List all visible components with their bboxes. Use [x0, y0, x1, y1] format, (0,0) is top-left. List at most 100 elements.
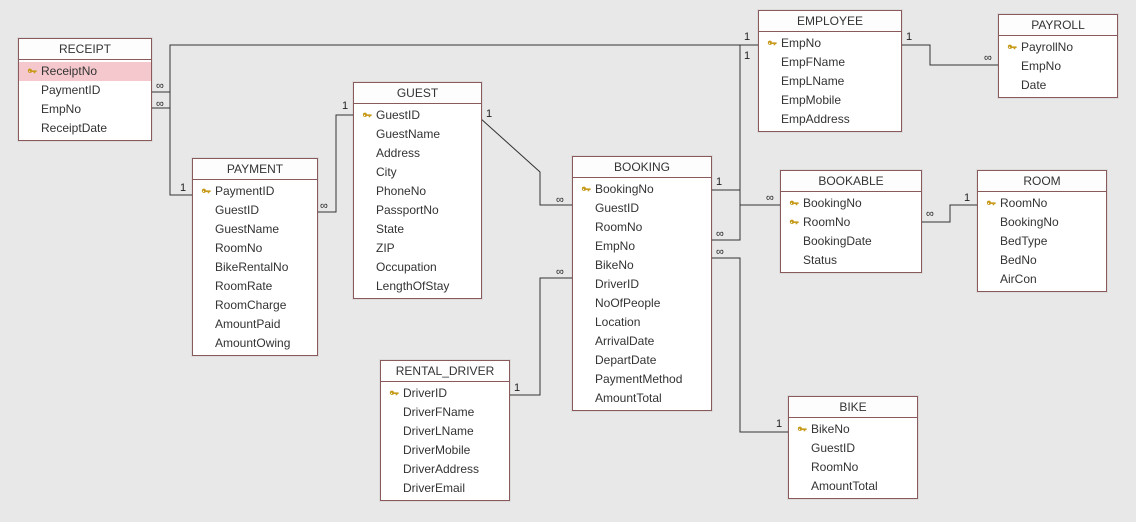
card-one: 1 — [744, 31, 750, 43]
table-field[interactable]: ReceiptDate — [19, 119, 151, 138]
field-name: RoomNo — [213, 240, 262, 257]
table-booking[interactable]: BOOKING BookingNoGuestIDRoomNoEmpNoBikeN… — [572, 156, 712, 411]
table-field[interactable]: State — [354, 220, 481, 239]
table-field[interactable]: ZIP — [354, 239, 481, 258]
table-field[interactable]: EmpNo — [759, 34, 901, 53]
table-bookable[interactable]: BOOKABLE BookingNoRoomNoBookingDateStatu… — [780, 170, 922, 273]
primary-key-icon — [579, 185, 593, 195]
card-one: 1 — [964, 192, 970, 204]
field-name: PaymentMethod — [593, 371, 682, 388]
table-field[interactable]: GuestName — [354, 125, 481, 144]
table-field[interactable]: BookingNo — [978, 213, 1106, 232]
table-field[interactable]: PassportNo — [354, 201, 481, 220]
card-many: ∞ — [926, 208, 934, 220]
table-payment[interactable]: PAYMENT PaymentIDGuestIDGuestNameRoomNoB… — [192, 158, 318, 356]
table-field[interactable]: PayrollNo — [999, 38, 1117, 57]
field-name: DriverID — [401, 385, 447, 402]
table-field[interactable]: AmountPaid — [193, 315, 317, 334]
table-field[interactable]: EmpLName — [759, 72, 901, 91]
table-field[interactable]: DriverEmail — [381, 479, 509, 498]
table-field[interactable]: BikeRentalNo — [193, 258, 317, 277]
table-field[interactable]: Date — [999, 76, 1117, 95]
table-field[interactable]: Status — [781, 251, 921, 270]
table-field[interactable]: GuestID — [573, 199, 711, 218]
table-field[interactable]: BedNo — [978, 251, 1106, 270]
table-field[interactable]: RoomNo — [573, 218, 711, 237]
table-field[interactable]: PaymentMethod — [573, 370, 711, 389]
table-field[interactable]: EmpAddress — [759, 110, 901, 129]
field-name: NoOfPeople — [593, 295, 660, 312]
table-field[interactable]: RoomNo — [781, 213, 921, 232]
table-field[interactable]: DriverAddress — [381, 460, 509, 479]
field-name: EmpNo — [779, 35, 821, 52]
table-field[interactable]: ArrivalDate — [573, 332, 711, 351]
card-many: ∞ — [556, 266, 564, 278]
primary-key-icon — [984, 199, 998, 209]
table-field[interactable]: LengthOfStay — [354, 277, 481, 296]
table-field[interactable]: RoomCharge — [193, 296, 317, 315]
table-field[interactable]: PaymentID — [19, 81, 151, 100]
table-field[interactable]: BedType — [978, 232, 1106, 251]
field-name: PaymentID — [39, 82, 100, 99]
table-field[interactable]: DriverLName — [381, 422, 509, 441]
table-field[interactable]: EmpNo — [999, 57, 1117, 76]
table-field[interactable]: PhoneNo — [354, 182, 481, 201]
table-field[interactable]: BikeNo — [573, 256, 711, 275]
table-field[interactable]: Address — [354, 144, 481, 163]
table-guest[interactable]: GUEST GuestIDGuestNameAddressCityPhoneNo… — [353, 82, 482, 299]
table-field[interactable]: GuestName — [193, 220, 317, 239]
table-receipt[interactable]: RECEIPT ReceiptNoPaymentIDEmpNoReceiptDa… — [18, 38, 152, 141]
table-field[interactable]: AmountTotal — [573, 389, 711, 408]
table-field[interactable]: GuestID — [789, 439, 917, 458]
table-field[interactable]: DriverID — [381, 384, 509, 403]
table-field[interactable]: DriverID — [573, 275, 711, 294]
table-field[interactable]: AirCon — [978, 270, 1106, 289]
field-list: PaymentIDGuestIDGuestNameRoomNoBikeRenta… — [193, 180, 317, 355]
table-field[interactable]: EmpNo — [573, 237, 711, 256]
table-employee[interactable]: EMPLOYEE EmpNoEmpFNameEmpLNameEmpMobileE… — [758, 10, 902, 132]
table-field[interactable]: ReceiptNo — [19, 62, 151, 81]
table-field[interactable]: AmountOwing — [193, 334, 317, 353]
field-name: BedNo — [998, 252, 1037, 269]
field-name: Date — [1019, 77, 1046, 94]
table-room[interactable]: ROOM RoomNoBookingNoBedTypeBedNoAirCon — [977, 170, 1107, 292]
card-one: 1 — [776, 418, 782, 430]
table-rental-driver[interactable]: RENTAL_DRIVER DriverIDDriverFNameDriverL… — [380, 360, 510, 501]
table-field[interactable]: DriverFName — [381, 403, 509, 422]
table-field[interactable]: Location — [573, 313, 711, 332]
field-name: EmpNo — [593, 238, 635, 255]
table-field[interactable]: DriverMobile — [381, 441, 509, 460]
field-name: DriverLName — [401, 423, 474, 440]
card-one: 1 — [342, 100, 348, 112]
table-field[interactable]: NoOfPeople — [573, 294, 711, 313]
table-field[interactable]: PaymentID — [193, 182, 317, 201]
table-field[interactable]: EmpFName — [759, 53, 901, 72]
table-field[interactable]: RoomNo — [789, 458, 917, 477]
table-field[interactable]: BookingDate — [781, 232, 921, 251]
table-field[interactable]: RoomRate — [193, 277, 317, 296]
card-one: 1 — [486, 108, 492, 120]
table-field[interactable]: City — [354, 163, 481, 182]
card-one: 1 — [906, 31, 912, 43]
field-name: GuestID — [593, 200, 639, 217]
table-field[interactable]: GuestID — [193, 201, 317, 220]
table-field[interactable]: RoomNo — [978, 194, 1106, 213]
primary-key-icon — [360, 111, 374, 121]
table-field[interactable]: EmpMobile — [759, 91, 901, 110]
primary-key-icon — [787, 199, 801, 209]
table-field[interactable]: Occupation — [354, 258, 481, 277]
card-many: ∞ — [556, 194, 564, 206]
table-field[interactable]: RoomNo — [193, 239, 317, 258]
field-name: LengthOfStay — [374, 278, 449, 295]
table-field[interactable]: AmountTotal — [789, 477, 917, 496]
table-field[interactable]: BookingNo — [781, 194, 921, 213]
table-field[interactable]: BikeNo — [789, 420, 917, 439]
table-field[interactable]: EmpNo — [19, 100, 151, 119]
table-bike[interactable]: BIKE BikeNoGuestIDRoomNoAmountTotal — [788, 396, 918, 499]
table-field[interactable]: BookingNo — [573, 180, 711, 199]
table-field[interactable]: GuestID — [354, 106, 481, 125]
table-field[interactable]: DepartDate — [573, 351, 711, 370]
field-name: ReceiptNo — [39, 63, 97, 80]
er-diagram-canvas[interactable]: ∞ 1 ∞ 1 ∞ 1 1 ∞ ∞ 1 1 ∞ ∞ 1 ∞ 1 1 ∞ ∞ 1 … — [0, 0, 1136, 522]
table-payroll[interactable]: PAYROLL PayrollNoEmpNoDate — [998, 14, 1118, 98]
